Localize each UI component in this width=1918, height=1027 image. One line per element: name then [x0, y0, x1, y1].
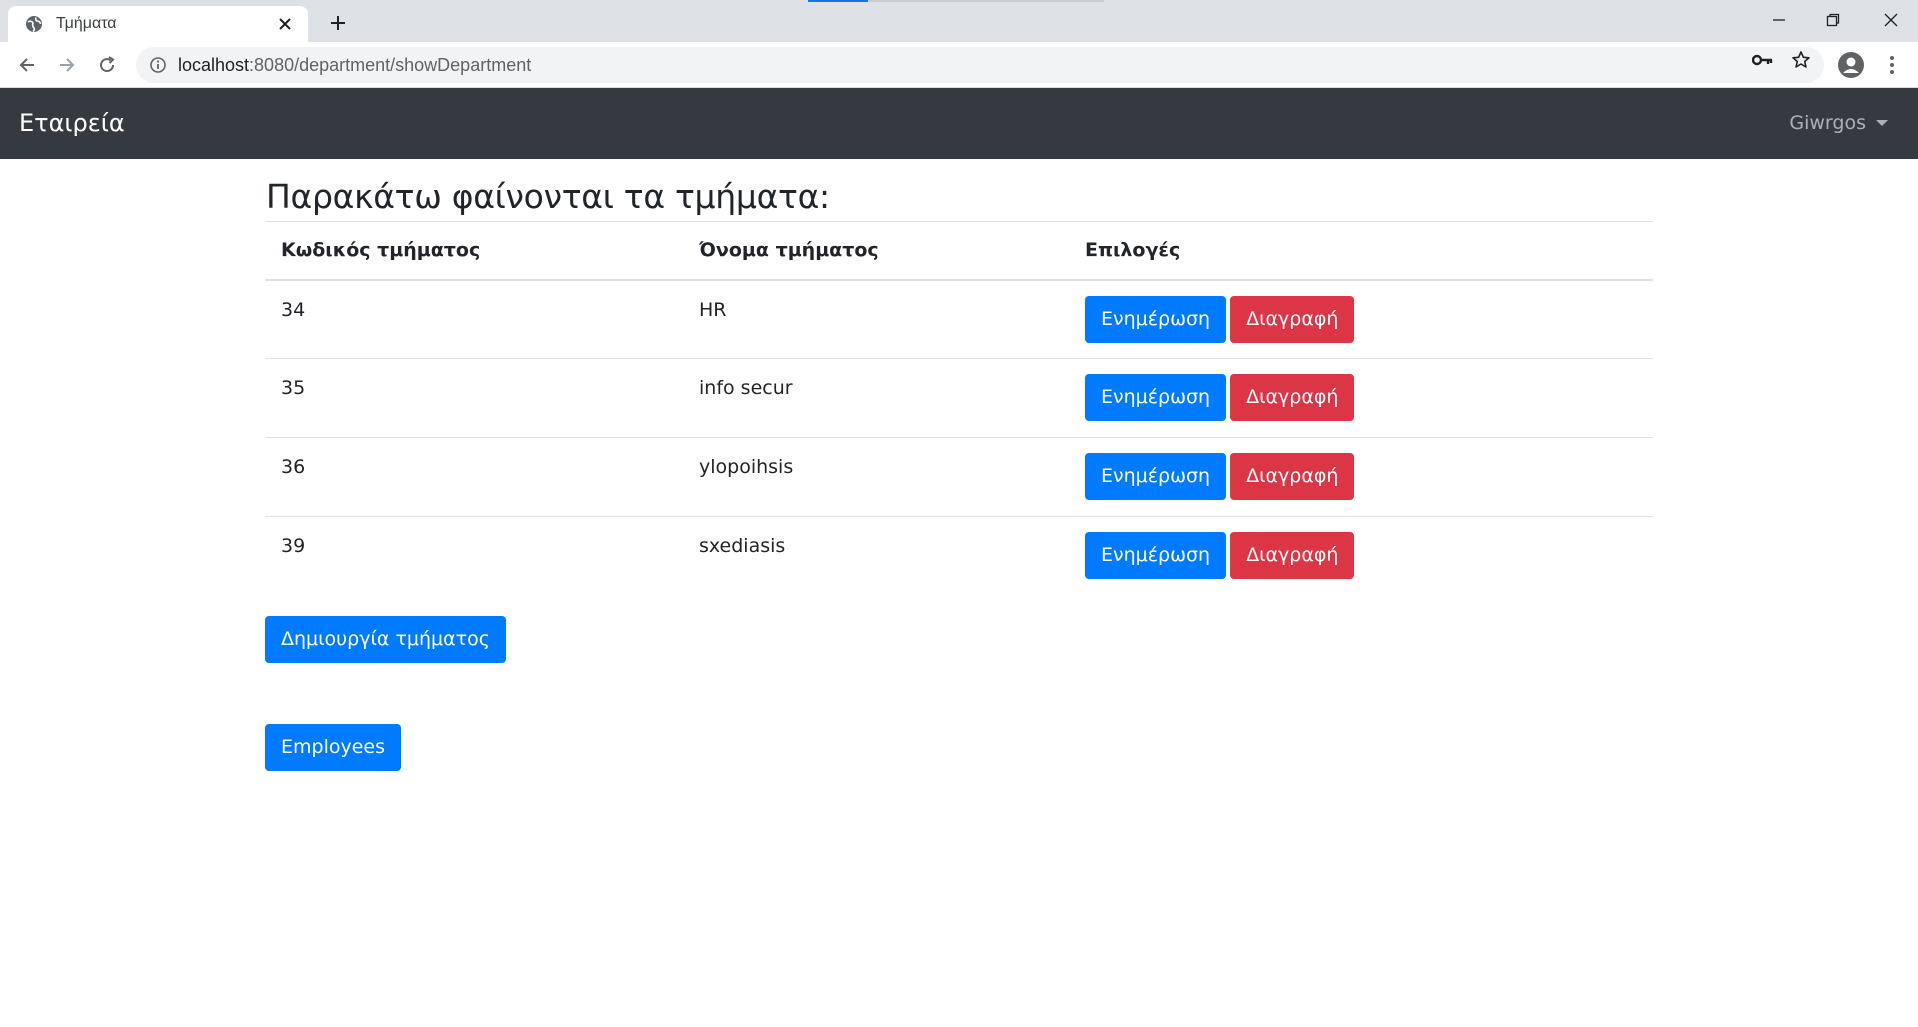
- user-name: Giwrgos: [1789, 112, 1866, 134]
- caret-down-icon: [1876, 120, 1888, 126]
- update-button[interactable]: Ενημέρωση: [1085, 532, 1227, 579]
- arrow-right-icon[interactable]: [52, 50, 82, 80]
- key-icon[interactable]: [1748, 48, 1778, 72]
- plus-icon[interactable]: [324, 9, 352, 37]
- user-dropdown[interactable]: Giwrgos: [1789, 112, 1888, 134]
- browser-toolbar: localhost:8080/department/showDepartment: [0, 42, 1918, 88]
- minimize-icon[interactable]: [1752, 0, 1806, 40]
- info-icon[interactable]: [148, 55, 168, 75]
- browser-tab-active[interactable]: Τμήματα: [8, 6, 308, 42]
- department-name: sxediasis: [683, 516, 1069, 596]
- department-id: 36: [265, 437, 683, 517]
- tab-title: Τμήματα: [56, 15, 117, 32]
- app-navbar: Εταιρεία Giwrgos: [0, 88, 1918, 159]
- close-icon[interactable]: [274, 13, 296, 35]
- department-name: ylopoihsis: [683, 437, 1069, 517]
- department-name: HR: [699, 298, 727, 321]
- table-header-row: Κωδικός τμήματος Όνομα τμήματος Επιλογές: [265, 221, 1653, 281]
- delete-button[interactable]: Διαγραφή: [1230, 532, 1355, 579]
- delete-button[interactable]: Διαγραφή: [1230, 453, 1355, 500]
- globe-icon: [24, 14, 44, 34]
- url-text: localhost:8080/department/showDepartment: [178, 54, 532, 75]
- arrow-left-icon[interactable]: [12, 50, 42, 80]
- row-actions: Ενημέρωση Διαγραφή: [1069, 280, 1653, 359]
- window-close-icon[interactable]: [1864, 0, 1918, 40]
- table-row: 35 info secur Ενημέρωση Διαγραφή: [265, 358, 1653, 438]
- update-button[interactable]: Ενημέρωση: [1085, 295, 1227, 343]
- create-department-button[interactable]: Δημιουργία τμήματος: [265, 616, 506, 663]
- departments-table: Κωδικός τμήματος Όνομα τμήματος Επιλογές…: [265, 221, 1653, 596]
- restore-icon[interactable]: [1806, 0, 1860, 40]
- navbar-brand[interactable]: Εταιρεία: [19, 109, 125, 137]
- tab-search-indicator: [808, 0, 868, 2]
- table-row: 39 sxediasis Ενημέρωση Διαγραφή: [265, 516, 1653, 596]
- column-header-id: Κωδικός τμήματος: [265, 221, 683, 281]
- department-id: 39: [265, 516, 683, 596]
- more-vertical-icon[interactable]: [1880, 50, 1904, 80]
- page-title: Παρακάτω φαίνονται τα τμήματα:: [266, 177, 830, 216]
- update-button[interactable]: Ενημέρωση: [1085, 453, 1227, 500]
- delete-button[interactable]: Διαγραφή: [1230, 374, 1355, 421]
- row-actions: Ενημέρωση Διαγραφή: [1069, 358, 1653, 438]
- tab-strip-track: [868, 0, 1104, 2]
- table-row: 34 HR Ενημέρωση Διαγραφή: [265, 280, 1653, 359]
- department-name: info secur: [683, 358, 1069, 438]
- department-id: 35: [265, 358, 683, 438]
- column-header-name: Όνομα τμήματος: [683, 221, 1069, 281]
- employees-button[interactable]: Employees: [265, 724, 401, 771]
- update-button[interactable]: Ενημέρωση: [1085, 374, 1227, 421]
- department-id: 34: [281, 298, 306, 321]
- browser-tab-strip: Τμήματα: [0, 0, 1918, 42]
- column-header-actions: Επιλογές: [1069, 221, 1653, 281]
- row-actions: Ενημέρωση Διαγραφή: [1069, 516, 1653, 596]
- reload-icon[interactable]: [92, 50, 122, 80]
- star-icon[interactable]: [1786, 48, 1816, 72]
- delete-button[interactable]: Διαγραφή: [1230, 295, 1355, 343]
- main-content: Παρακάτω φαίνονται τα τμήματα: Κωδικός τ…: [265, 159, 1653, 771]
- row-actions: Ενημέρωση Διαγραφή: [1069, 437, 1653, 517]
- table-row: 36 ylopoihsis Ενημέρωση Διαγραφή: [265, 437, 1653, 517]
- account-circle-icon[interactable]: [1836, 50, 1866, 80]
- address-bar[interactable]: localhost:8080/department/showDepartment: [136, 47, 1824, 83]
